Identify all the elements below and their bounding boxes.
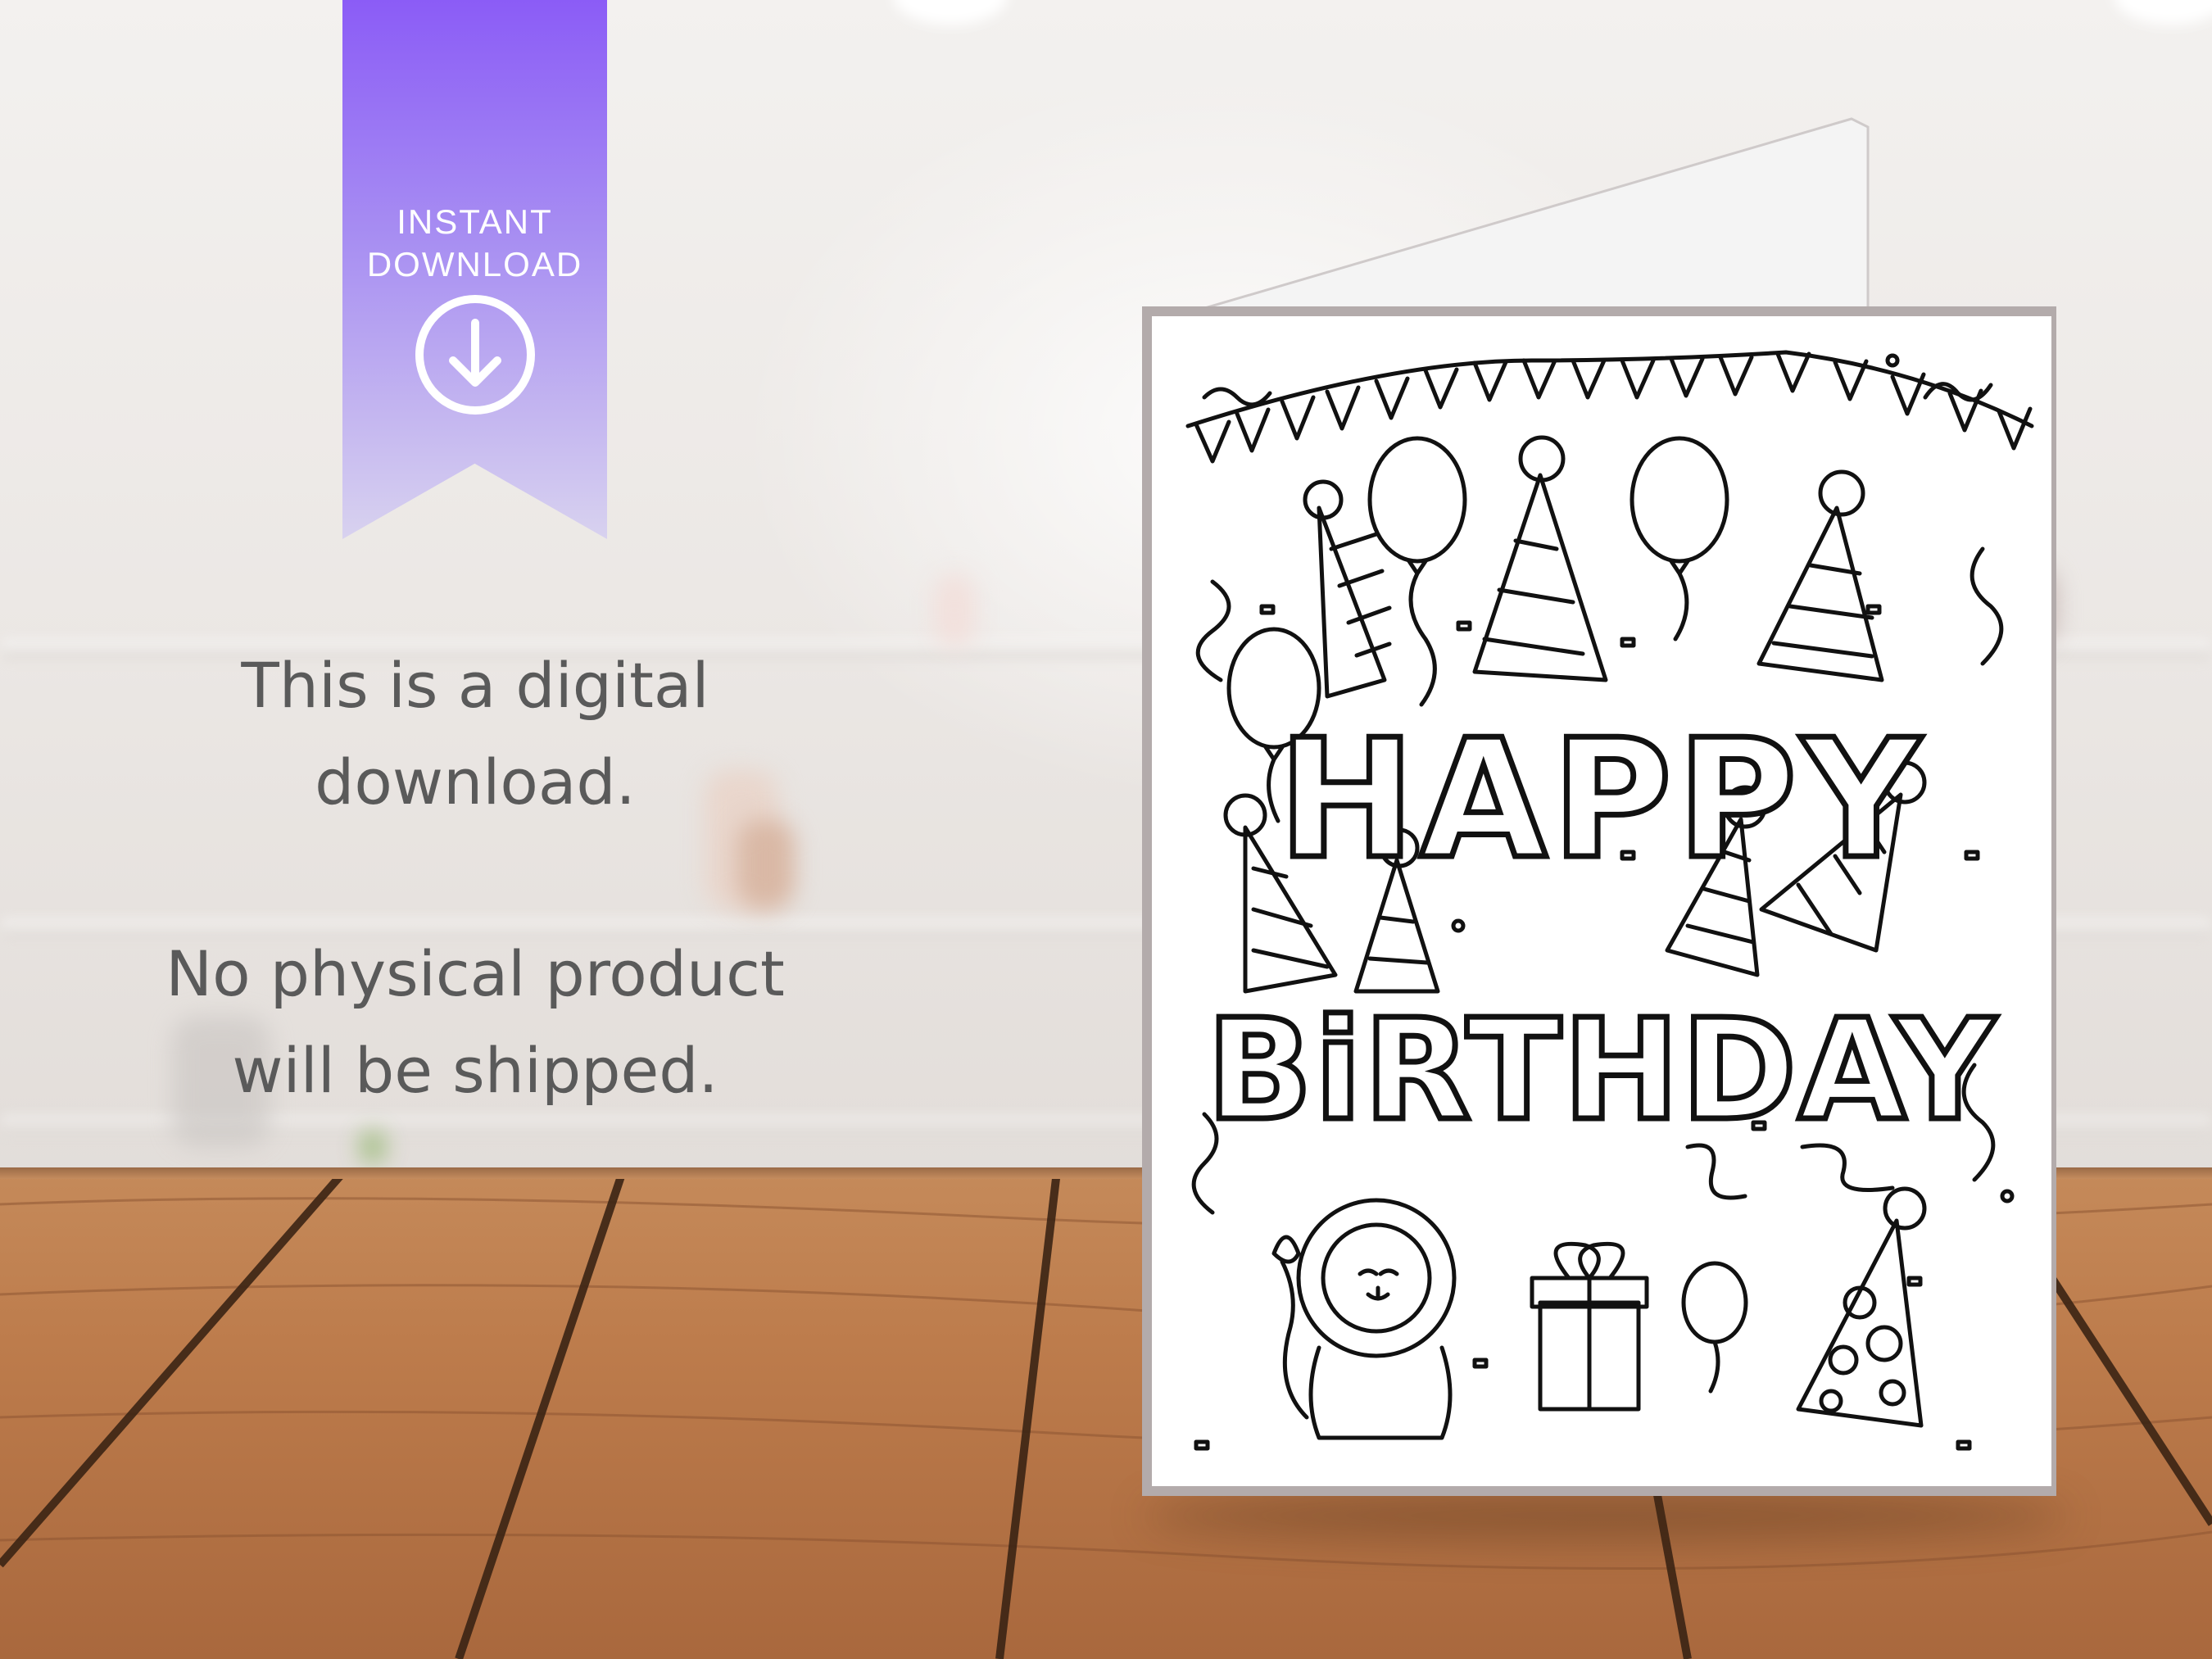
shipping-notice: No physical product will be shipped. [98,926,852,1119]
notice-line: download. [315,746,636,818]
card-title-happy: HAPPY [1278,705,1925,895]
shelf-jar [737,819,795,909]
notice-line: This is a digital [241,649,709,722]
badge-line-1: INSTANT [397,202,553,241]
digital-notice: This is a digital download. [98,637,852,831]
card-title-birthday: BiRTHDAY [1207,990,1997,1152]
badge-line-2: DOWNLOAD [366,245,583,283]
card-front-panel [1142,306,2056,1496]
notice-line: No physical product [165,937,785,1010]
plant-sprig [360,1131,385,1163]
download-arrow-icon [415,295,535,415]
greeting-card: HAPPY BiRTHDAY [1131,115,2056,1499]
instant-download-badge: INSTANT DOWNLOAD [342,0,607,539]
notice-line: will be shipped. [232,1034,718,1107]
shelf-bottle [934,573,975,647]
